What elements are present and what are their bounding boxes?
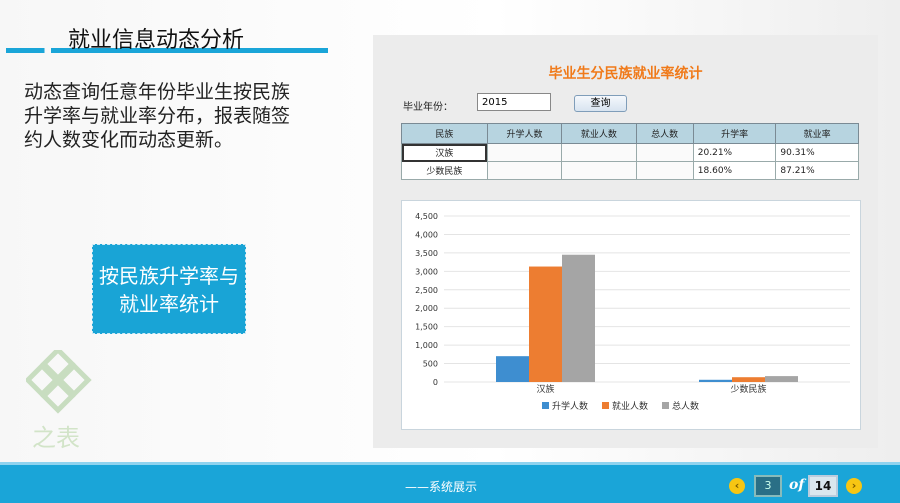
logo-icon: 之表 bbox=[24, 346, 92, 452]
bar-chart-svg: 0 500 1,000 1,500 2,000 2,500 3,000 3,500 4,000 4… bbox=[415, 212, 850, 412]
bar bbox=[496, 356, 529, 382]
col-header: 民族 bbox=[401, 123, 488, 144]
bar bbox=[529, 266, 562, 382]
table-row: 汉族 20.21% 90.31% bbox=[401, 143, 859, 162]
current-page[interactable]: 3 bbox=[754, 475, 782, 497]
prev-page-icon[interactable]: ‹ bbox=[729, 478, 745, 494]
year-input[interactable] bbox=[477, 93, 551, 111]
legend-label: 总人数 bbox=[672, 400, 699, 412]
table-row: 少数民族 18.60% 87.21% bbox=[401, 161, 859, 180]
col-header: 升学率 bbox=[692, 123, 777, 144]
table-cell: 18.60% bbox=[692, 161, 777, 180]
next-page-icon[interactable]: › bbox=[846, 478, 862, 494]
svg-text:之表: 之表 bbox=[32, 424, 80, 452]
footer-text: ——系统展示 bbox=[405, 480, 478, 494]
panel-title: 毕业生分民族就业率统计 bbox=[548, 66, 703, 82]
col-header: 就业人数 bbox=[561, 123, 637, 144]
y-tick-label: 4,500 bbox=[415, 212, 438, 221]
footer-bar: ——系统展示 ‹ 3 of 14 › bbox=[0, 462, 900, 503]
legend-label: 升学人数 bbox=[552, 400, 588, 412]
slide-title: 就业信息动态分析 bbox=[68, 28, 245, 53]
x-tick-label: 汉族 bbox=[536, 383, 554, 395]
query-button[interactable]: 查询 bbox=[574, 95, 627, 112]
page-of-label: of bbox=[789, 477, 805, 493]
table-cell bbox=[561, 161, 637, 180]
bar bbox=[732, 377, 765, 382]
table-cell bbox=[561, 143, 637, 162]
table-cell bbox=[486, 143, 563, 162]
col-header: 就业率 bbox=[775, 123, 859, 144]
table-cell: 87.21% bbox=[775, 161, 859, 180]
col-header: 总人数 bbox=[635, 123, 694, 144]
year-label: 毕业年份： bbox=[403, 102, 453, 113]
y-tick-label: 3,500 bbox=[415, 249, 438, 258]
logo: 之表 bbox=[24, 346, 100, 460]
y-tick-label: 1,500 bbox=[415, 323, 438, 332]
ethnic-stats-button[interactable]: 按民族升学率与就业率统计 bbox=[92, 244, 246, 334]
x-tick-label: 少数民族 bbox=[730, 383, 766, 395]
y-tick-label: 0 bbox=[433, 378, 438, 387]
y-tick-label: 500 bbox=[423, 360, 438, 369]
table-cell bbox=[635, 161, 694, 180]
y-tick-label: 2,500 bbox=[415, 286, 438, 295]
legend-swatch bbox=[542, 402, 549, 409]
legend-swatch bbox=[662, 402, 669, 409]
table-cell: 20.21% bbox=[692, 143, 777, 162]
bar bbox=[699, 379, 732, 382]
stats-panel: 毕业生分民族就业率统计 毕业年份： 查询 民族 升学人数 就业人数 总人数 升学… bbox=[373, 35, 878, 448]
bar-chart: 0 500 1,000 1,500 2,000 2,500 3,000 3,500 4,000 4… bbox=[401, 200, 861, 430]
table-cell[interactable]: 汉族 bbox=[401, 143, 488, 162]
table-cell: 90.31% bbox=[775, 143, 859, 162]
stats-table: 民族 升学人数 就业人数 总人数 升学率 就业率 汉族 20.21% 90.31… bbox=[401, 123, 859, 180]
table-cell[interactable]: 少数民族 bbox=[401, 161, 488, 180]
y-tick-label: 3,000 bbox=[415, 267, 438, 276]
y-tick-label: 4,000 bbox=[415, 230, 438, 239]
table-cell bbox=[635, 143, 694, 162]
total-pages: 14 bbox=[808, 475, 838, 497]
legend-label: 就业人数 bbox=[612, 400, 648, 412]
table-cell bbox=[486, 161, 563, 180]
y-tick-label: 2,000 bbox=[415, 304, 438, 313]
table-header-row: 民族 升学人数 就业人数 总人数 升学率 就业率 bbox=[401, 123, 859, 144]
col-header: 升学人数 bbox=[486, 123, 563, 144]
bar bbox=[562, 254, 595, 382]
bar bbox=[765, 376, 798, 382]
slide-description: 动态查询任意年份毕业生按民族升学率与就业率分布，报表随签约人数变化而动态更新。 bbox=[24, 81, 291, 151]
legend-swatch bbox=[602, 402, 609, 409]
y-tick-label: 1,000 bbox=[415, 341, 438, 350]
